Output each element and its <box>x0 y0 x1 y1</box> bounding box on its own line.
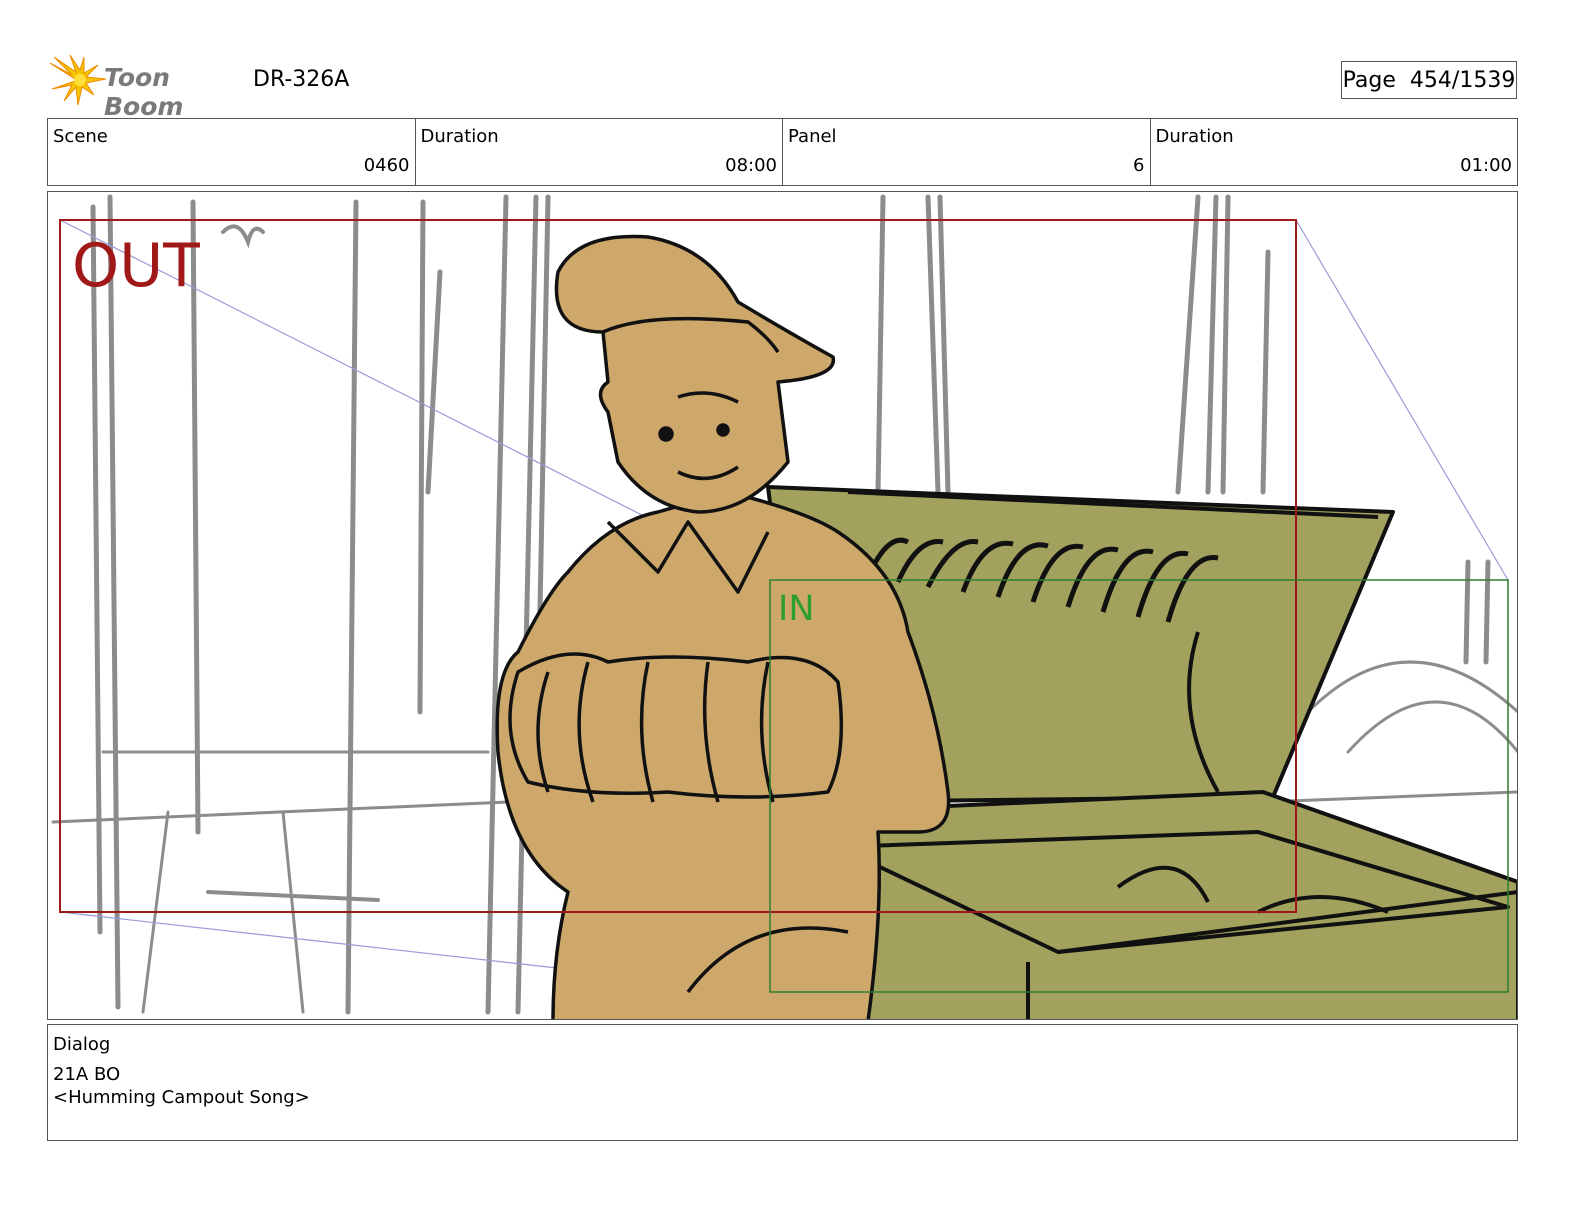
scene-cell: Scene 0460 <box>48 119 416 185</box>
page-number: 454/1539 <box>1409 68 1516 93</box>
scene-label: Scene <box>53 126 108 147</box>
panel-info-table: Scene 0460 Duration 08:00 Panel 6 Durati… <box>47 118 1518 186</box>
scene-duration-cell: Duration 08:00 <box>416 119 783 185</box>
dialog-line: <Humming Campout Song> <box>53 1087 310 1108</box>
dialog-box: Dialog 21A BO <Humming Campout Song> <box>47 1024 1518 1141</box>
scene-value: 0460 <box>363 155 410 176</box>
panel-cell: Panel 6 <box>783 119 1151 185</box>
panel-duration-label: Duration <box>1155 126 1234 147</box>
toon-boom-logo: Toon Boom <box>50 55 240 121</box>
star-burst-icon <box>50 55 107 106</box>
out-frame-label: OUT <box>72 231 200 301</box>
in-frame-label: IN <box>778 589 815 629</box>
panel-label: Panel <box>788 126 837 147</box>
panel-value: 6 <box>1133 155 1145 176</box>
panel-duration-value: 01:00 <box>1460 155 1512 176</box>
storyboard-frame: OUT IN <box>47 191 1518 1020</box>
scene-duration-value: 08:00 <box>725 155 777 176</box>
panel-duration-cell: Duration 01:00 <box>1151 119 1518 185</box>
dialog-label: Dialog <box>53 1034 111 1055</box>
page-label: Page <box>1342 68 1396 93</box>
logo-wordmark: Toon Boom <box>104 63 184 121</box>
scene-duration-label: Duration <box>420 126 499 147</box>
project-code: DR-326A <box>253 67 350 92</box>
page-indicator: Page 454/1539 <box>1341 61 1517 99</box>
dialog-line: 21A BO <box>53 1064 121 1085</box>
